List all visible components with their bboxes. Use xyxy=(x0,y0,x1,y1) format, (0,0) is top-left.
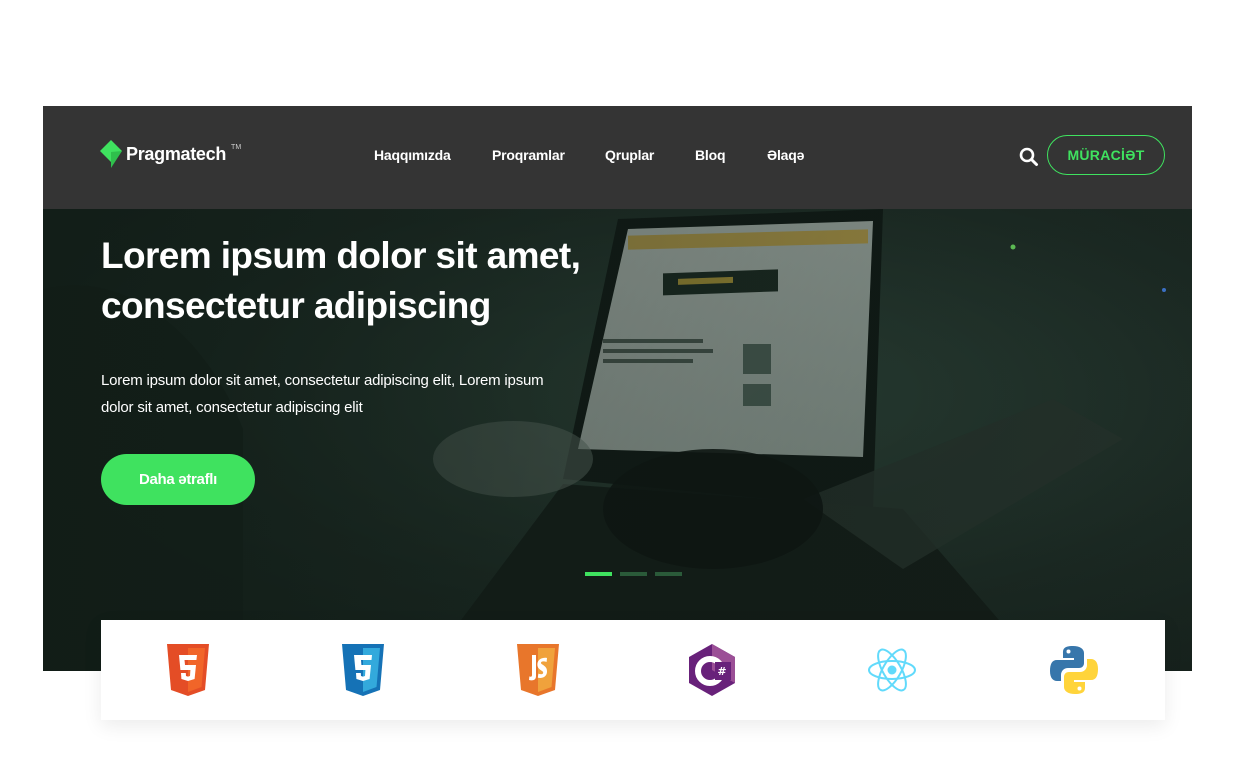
javascript-icon xyxy=(517,644,559,696)
nav-item-programs[interactable]: Proqramlar xyxy=(492,147,605,163)
hero-description: Lorem ipsum dolor sit amet, consectetur … xyxy=(101,372,544,416)
tech-item-csharp: # xyxy=(684,642,740,698)
brand-logo-icon xyxy=(100,140,122,168)
site-header: Pragmatech TM Haqqımızda Proqramlar Qrup… xyxy=(43,106,1192,209)
css3-icon xyxy=(342,644,384,696)
brand-trademark: TM xyxy=(231,143,242,151)
slider-dot-3[interactable] xyxy=(655,572,682,576)
tech-item-react xyxy=(864,642,920,698)
page-frame: Pragmatech TM Haqqımızda Proqramlar Qrup… xyxy=(43,106,1192,671)
slider-dots xyxy=(585,572,682,576)
brand-logo[interactable]: Pragmatech TM xyxy=(100,140,241,168)
react-icon xyxy=(868,648,916,692)
slider-dot-1[interactable] xyxy=(585,572,612,576)
technology-strip: # xyxy=(101,620,1165,720)
search-button[interactable] xyxy=(1018,146,1040,168)
tech-item-css3 xyxy=(335,642,391,698)
tech-item-javascript xyxy=(510,642,566,698)
python-icon xyxy=(1050,646,1098,694)
hero-title: Lorem ipsum dolor sit amet, consectetur … xyxy=(101,235,581,326)
search-icon xyxy=(1019,147,1038,166)
nav-item-contact[interactable]: Əlaqə xyxy=(767,147,827,163)
html5-icon xyxy=(167,644,209,696)
svg-text:#: # xyxy=(717,665,726,678)
tech-item-python xyxy=(1046,642,1102,698)
nav-item-about[interactable]: Haqqımızda xyxy=(374,147,492,163)
tech-item-html5 xyxy=(160,642,216,698)
learn-more-button[interactable]: Daha ətraflı xyxy=(101,454,255,505)
slider-dot-2[interactable] xyxy=(620,572,647,576)
apply-button[interactable]: MÜRACİƏT xyxy=(1047,135,1165,175)
hero-slider: Lorem ipsum dolor sit amet, consectetur … xyxy=(43,209,1192,671)
brand-name: Pragmatech xyxy=(126,143,227,164)
csharp-icon: # xyxy=(689,644,735,696)
nav-item-groups[interactable]: Qruplar xyxy=(605,147,695,163)
nav-item-blog[interactable]: Bloq xyxy=(695,147,767,163)
main-nav: Haqqımızda Proqramlar Qruplar Bloq Əlaqə xyxy=(374,147,827,163)
